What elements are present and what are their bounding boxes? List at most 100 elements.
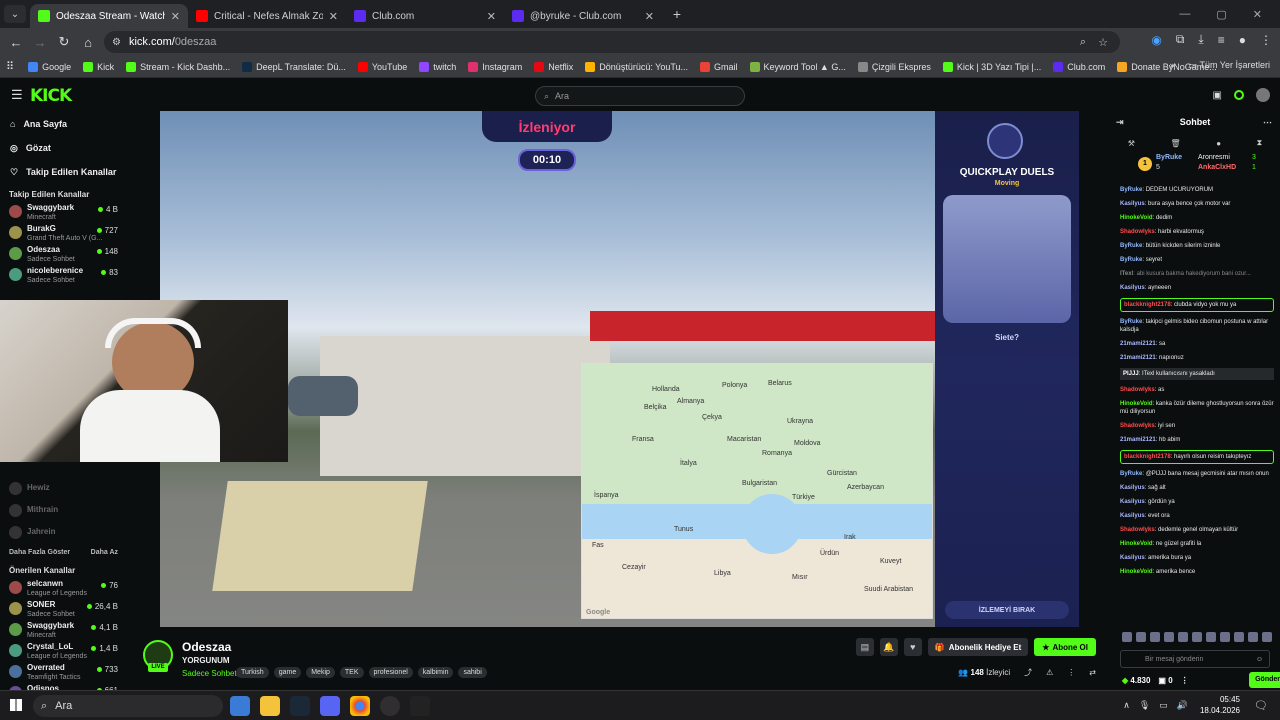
chat-username[interactable]: ByRuke — [1120, 187, 1142, 193]
emote-icon[interactable] — [1192, 632, 1202, 642]
chat-username[interactable]: Kasilyus — [1120, 285, 1145, 291]
bookmark-item[interactable]: Çizgili Ekspres — [857, 61, 931, 72]
close-icon[interactable]: ✕ — [1253, 8, 1262, 21]
chat-username[interactable]: blackknight2178 — [1124, 454, 1171, 460]
kick-search-input[interactable]: ⌕ Ara — [535, 86, 745, 106]
hamburger-icon[interactable]: ☰ — [11, 87, 23, 103]
stream-tag[interactable]: sahibi — [458, 667, 487, 678]
sidebar-channel[interactable]: nicoleberenice Sadece Sohbet 83 — [0, 266, 126, 287]
bookmark-item[interactable]: Kick | 3D Yazı Tipi |... — [942, 61, 1041, 72]
extension-icon[interactable]: ◉ — [1151, 33, 1161, 47]
send-button[interactable]: Gönder — [1249, 672, 1280, 688]
chat-username[interactable]: HinokeVoid — [1120, 215, 1153, 221]
clip-icon[interactable]: ▤ — [855, 638, 874, 656]
more-icon[interactable]: ⋮ — [1067, 668, 1075, 677]
bookmark-item[interactable]: Club.com — [1053, 61, 1105, 72]
notifications-icon[interactable]: 🗨 — [1254, 699, 1268, 712]
chat-username[interactable]: Kasilyus — [1120, 555, 1145, 561]
tab-close-icon[interactable]: ✕ — [329, 10, 338, 23]
tab-close-icon[interactable]: ✕ — [171, 10, 180, 23]
guess-map[interactable]: Hollanda Polonya Belarus Belçika Almanya Çeky… — [581, 363, 933, 619]
chat-username[interactable]: ByRuke — [1120, 471, 1142, 477]
bookmark-item[interactable]: Kick — [83, 61, 114, 72]
cast-icon[interactable]: ▣ — [1213, 90, 1222, 101]
stop-watching-button[interactable]: İZLEMEYİ BIRAK — [945, 601, 1069, 619]
gift-sub-button[interactable]: 🎁 Abonelik Hediye Et — [927, 638, 1029, 656]
stream-tag[interactable]: kalbimin — [417, 667, 454, 678]
nav-home[interactable]: ⌂ Ana Sayfa — [0, 112, 126, 136]
apps-grid-icon[interactable]: ⠿ — [6, 60, 14, 73]
kick-points[interactable]: ◆ 4.830 — [1122, 676, 1150, 685]
sidebar-channel[interactable]: Swaggybark Minecraft 4 B — [0, 203, 126, 224]
show-less-link[interactable]: Daha Az — [91, 549, 118, 556]
offline-channel[interactable]: Hewiz — [0, 477, 126, 499]
kick-logo[interactable]: KICK — [30, 86, 72, 106]
chat-settings-icon[interactable]: ⋮ — [1181, 676, 1189, 685]
bookmark-item[interactable]: Google — [28, 61, 71, 72]
chat-username[interactable]: ByRuke — [1120, 243, 1142, 249]
chat-username[interactable]: HinokeVoid — [1120, 401, 1153, 407]
share-icon[interactable]: ⤴ — [1024, 667, 1032, 678]
windows-start-icon[interactable] — [10, 699, 22, 711]
reading-list-icon[interactable]: ≡ — [1218, 33, 1225, 47]
chat-username[interactable]: HinokeVoid — [1120, 569, 1153, 575]
gift-count[interactable]: ▣ 0 — [1158, 676, 1172, 685]
capcut-icon[interactable] — [410, 696, 430, 716]
top-gifter-name[interactable]: ByRuke — [1156, 154, 1182, 161]
offline-channel[interactable]: Mithrain — [0, 499, 126, 521]
stream-tag[interactable]: game — [273, 667, 302, 678]
back-icon[interactable]: ← — [4, 35, 28, 50]
emote-icon[interactable] — [1262, 632, 1272, 642]
mic-icon[interactable]: 🎙 — [1139, 700, 1150, 711]
emote-icon[interactable] — [1164, 632, 1174, 642]
bookmark-item[interactable]: Keyword Tool ▲ G... — [749, 61, 846, 72]
reload-icon[interactable]: ↻ — [52, 34, 76, 50]
chat-username[interactable]: ByRuke — [1120, 319, 1142, 325]
maximize-icon[interactable]: ▢ — [1216, 8, 1226, 21]
zoom-icon[interactable]: ⌕ — [1080, 36, 1086, 49]
show-more-link[interactable]: Daha Fazla Göster — [9, 549, 70, 556]
sidebar-channel[interactable]: Odeszaa Sadece Sohbet 148 — [0, 245, 126, 266]
bookmark-item[interactable]: Netflix — [534, 61, 573, 72]
tab-search-button[interactable]: ⌄ — [4, 5, 26, 23]
sidebar-channel[interactable]: Swaggybark Minecraft 4,1 B — [0, 621, 126, 642]
clock[interactable]: 05:45 18.04.2026 — [1200, 694, 1240, 716]
user-avatar[interactable] — [1256, 88, 1270, 102]
chat-username[interactable]: Shadowlyks — [1120, 527, 1155, 533]
channel-name[interactable]: Odeszaa — [182, 640, 231, 654]
bookmark-item[interactable]: DeepL Translate: Dü... — [242, 61, 346, 72]
bookmark-item[interactable]: Stream - Kick Dashb... — [126, 61, 230, 72]
kick-points-icon[interactable] — [1234, 90, 1244, 100]
heart-icon[interactable]: ♥ — [903, 638, 922, 656]
new-tab-button[interactable]: + — [668, 5, 686, 23]
site-info-icon[interactable]: ⚙ — [112, 37, 121, 48]
tab[interactable]: Odeszaa Stream - Watch Live on ✕ — [30, 4, 188, 28]
network-icon[interactable]: ▭ — [1159, 700, 1168, 711]
url-field[interactable]: ⚙ kick.com/0deszaa ⌕ ☆ — [104, 31, 1120, 53]
volume-icon[interactable]: 🔊 — [1177, 700, 1188, 711]
stream-tag[interactable]: TEK — [339, 667, 364, 678]
chat-username[interactable]: Kasilyus — [1120, 201, 1145, 207]
chat-input[interactable]: Bir mesaj gönderin ☺ — [1120, 650, 1270, 668]
emote-icon[interactable] — [1178, 632, 1188, 642]
menu-icon[interactable]: ⋮ — [1260, 33, 1272, 47]
stream-tag[interactable]: profesionel — [368, 667, 413, 678]
subscribe-button[interactable]: ★ Abone Ol — [1034, 638, 1096, 656]
chrome-icon[interactable] — [350, 696, 370, 716]
gifter-3-name[interactable]: AnkaClxHD — [1198, 164, 1236, 171]
app-icon-1[interactable] — [230, 696, 250, 716]
sidebar-channel[interactable]: selcanwn League of Legends 76 — [0, 579, 126, 600]
video-player[interactable]: İzleniyor 00:10 Hollanda Polonya Belarus Be… — [160, 111, 1079, 627]
theatre-mode-icon[interactable]: ⇄ — [1089, 668, 1096, 677]
chat-username[interactable]: Kasilyus — [1120, 513, 1145, 519]
tab[interactable]: Critical - Nefes Almak Zor | ✕ — [188, 4, 346, 28]
nav-following[interactable]: ♡ Takip Edilen Kanallar — [0, 160, 126, 184]
sidebar-channel[interactable]: Crystal_LoL League of Legends 1,4 B — [0, 642, 126, 663]
home-icon[interactable]: ⌂ — [76, 35, 100, 50]
download-icon[interactable]: ⤓ — [1198, 32, 1203, 47]
chat-username[interactable]: PlJJJ — [1123, 371, 1139, 377]
emote-icon[interactable] — [1234, 632, 1244, 642]
emote-icon[interactable] — [1248, 632, 1258, 642]
bell-icon[interactable]: 🔔 — [879, 638, 898, 656]
tab-close-icon[interactable]: ✕ — [487, 10, 496, 23]
